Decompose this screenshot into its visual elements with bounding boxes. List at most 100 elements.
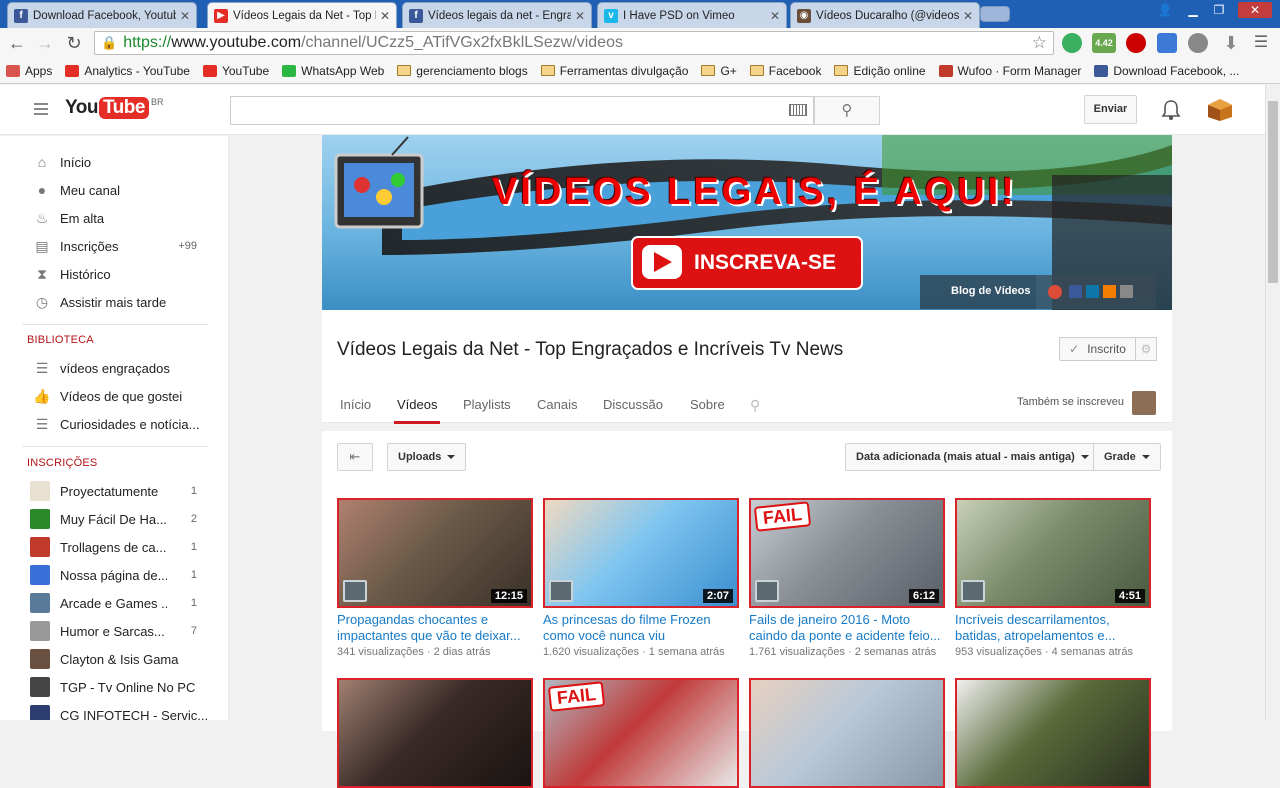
download-arrow-icon[interactable]: ⬇ <box>1220 32 1242 54</box>
sort-dropdown[interactable]: Data adicionada (mais atual - mais antig… <box>845 443 1100 471</box>
video-thumbnail[interactable] <box>337 678 533 788</box>
bookmark-item[interactable]: WhatsApp Web <box>282 64 384 78</box>
back-arrow-button[interactable]: ⇤ <box>337 443 373 471</box>
video-card[interactable] <box>955 678 1151 788</box>
page-scrollbar[interactable] <box>1265 85 1280 720</box>
uploads-dropdown[interactable]: Uploads <box>387 443 467 471</box>
browser-tab[interactable]: f Vídeos legais da net - Engra ✕ <box>402 2 592 28</box>
video-title[interactable]: Propagandas chocantes e impactantes que … <box>337 612 533 644</box>
tab-channel-1[interactable]: Vídeos <box>393 397 442 424</box>
notifications-bell-icon[interactable] <box>1161 99 1181 121</box>
video-card[interactable]: 2:07 As princesas do filme Frozen como vo… <box>543 498 739 658</box>
sidebar-item-hourglass[interactable]: ⧗ Histórico <box>0 260 228 288</box>
video-title[interactable]: As princesas do filme Frozen como você n… <box>543 612 739 644</box>
new-tab-button[interactable] <box>980 6 1010 22</box>
sidebar-subscription-item[interactable]: Clayton & Isis Gama <box>0 645 228 673</box>
tab-channel-4[interactable]: Discussão <box>603 397 663 412</box>
sidebar-subscription-item[interactable]: Humor e Sarcas... 7 <box>0 617 228 645</box>
sidebar-subscription-item[interactable]: Muy Fácil De Ha... 2 <box>0 505 228 533</box>
scrollbar-thumb[interactable] <box>1268 101 1278 283</box>
sidebar-item-clock[interactable]: ◷ Assistir mais tarde <box>0 288 228 316</box>
bookmark-item[interactable]: G+ <box>701 64 737 78</box>
video-thumbnail[interactable] <box>749 678 945 788</box>
video-title[interactable]: Fails de janeiro 2016 - Moto caindo da p… <box>749 612 945 644</box>
sidebar-library-item[interactable]: 👍 Vídeos de que gostei <box>0 382 228 410</box>
extension-red-icon[interactable] <box>1126 33 1146 53</box>
tab-channel-3[interactable]: Canais <box>537 397 577 412</box>
bookmark-item[interactable]: YouTube <box>202 64 269 78</box>
sidebar-subscription-item[interactable]: Proyectatumente 1 <box>0 477 228 505</box>
sidebar-subscription-item[interactable]: Arcade e Games ... 1 <box>0 589 228 617</box>
subscription-settings-gear-icon[interactable]: ⚙ <box>1136 337 1157 361</box>
video-thumbnail[interactable]: FAIL 6:12 <box>749 498 945 608</box>
sidebar-library-item[interactable]: ☰ vídeos engraçados <box>0 354 228 382</box>
bookmark-item[interactable]: Edição online <box>834 64 926 78</box>
video-card[interactable] <box>337 678 533 788</box>
back-arrow-icon[interactable]: ← <box>6 32 28 54</box>
sidebar-subscription-item[interactable]: TGP - Tv Online No PC <box>0 673 228 701</box>
forward-arrow-icon[interactable]: → <box>34 32 56 54</box>
close-tab-icon[interactable]: ✕ <box>180 9 190 23</box>
extension-film-icon[interactable] <box>1188 33 1208 53</box>
bookmark-item[interactable]: Apps <box>6 64 52 78</box>
account-avatar[interactable] <box>1207 98 1233 122</box>
sidebar-subscription-item[interactable]: Trollagens de ca... 1 <box>0 533 228 561</box>
subscribed-button[interactable]: ✓ Inscrito <box>1059 337 1136 361</box>
bookmark-item[interactable]: Ferramentas divulgação <box>540 64 688 78</box>
close-tab-icon[interactable]: ✕ <box>575 9 585 23</box>
address-bar[interactable]: 🔒 https://www.youtube.com/channel/UCzz5_… <box>94 31 1054 55</box>
search-input[interactable] <box>230 96 814 125</box>
bookmark-item[interactable]: Wufoo · Form Manager <box>938 64 1081 78</box>
video-title[interactable]: Incríveis descarrilamentos, batidas, atr… <box>955 612 1151 644</box>
sidebar-library-item[interactable]: ☰ Curiosidades e notícia... <box>0 410 228 438</box>
reload-icon[interactable]: ↻ <box>63 32 85 54</box>
video-thumbnail[interactable]: 12:15 <box>337 498 533 608</box>
extension-badge[interactable]: 4.42 <box>1092 33 1116 53</box>
video-thumbnail[interactable]: 2:07 <box>543 498 739 608</box>
bookmark-item[interactable]: Download Facebook, ... <box>1094 64 1239 78</box>
bookmark-item[interactable]: gerenciamento blogs <box>397 64 528 78</box>
search-button[interactable]: ⚲ <box>814 96 880 125</box>
sidebar-item-subscriptions[interactable]: ▤ Inscrições +99 <box>0 232 228 260</box>
video-thumbnail[interactable]: 4:51 <box>955 498 1151 608</box>
browser-tab[interactable]: f Download Facebook, Youtub ✕ <box>7 2 197 28</box>
youtube-logo[interactable]: You Tube BR <box>65 97 163 119</box>
video-card[interactable]: FAIL <box>543 678 739 788</box>
bookmark-item[interactable]: Facebook <box>749 64 821 78</box>
browser-tab[interactable]: ◉ Vídeos Ducaralho (@videosd ✕ <box>790 2 980 28</box>
browser-tab[interactable]: ▶ Vídeos Legais da Net - Top E ✕ <box>207 2 397 28</box>
video-card[interactable]: FAIL 6:12 Fails de janeiro 2016 - Moto cai… <box>749 498 945 658</box>
close-window-icon[interactable]: ✕ <box>1238 2 1272 18</box>
close-tab-icon[interactable]: ✕ <box>770 9 780 23</box>
sidebar-item-user[interactable]: ● Meu canal <box>0 176 228 204</box>
channel-search-icon[interactable]: ⚲ <box>750 397 760 414</box>
profile-icon[interactable]: 👤 <box>1156 2 1174 18</box>
keyboard-icon[interactable] <box>789 104 807 116</box>
video-card[interactable]: 4:51 Incríveis descarrilamentos, batidas,… <box>955 498 1151 658</box>
banner-link-blog[interactable]: Blog de Vídeos <box>951 285 1030 297</box>
sidebar-subscription-item[interactable]: Nossa página de... 1 <box>0 561 228 589</box>
sidebar-subscription-item[interactable]: CG INFOTECH - Servic... <box>0 701 228 720</box>
video-card[interactable] <box>749 678 945 788</box>
video-thumbnail[interactable]: FAIL <box>543 678 739 788</box>
tab-channel-5[interactable]: Sobre <box>690 397 725 412</box>
guide-menu-icon[interactable] <box>34 103 48 118</box>
also-subscribed-avatar[interactable] <box>1132 391 1156 415</box>
sidebar-item-flame[interactable]: ♨ Em alta <box>0 204 228 232</box>
bookmark-star-icon[interactable]: ☆ <box>1032 33 1047 53</box>
upload-button[interactable]: Enviar <box>1084 95 1137 124</box>
sidebar-item-home[interactable]: ⌂ Início <box>0 148 228 176</box>
video-card[interactable]: 12:15 Propagandas chocantes e impactantes… <box>337 498 533 658</box>
close-tab-icon[interactable]: ✕ <box>380 9 390 23</box>
tab-channel-0[interactable]: Início <box>340 397 371 412</box>
tab-channel-2[interactable]: Playlists <box>463 397 511 412</box>
restore-icon[interactable]: ❐ <box>1210 2 1228 18</box>
close-tab-icon[interactable]: ✕ <box>963 9 973 23</box>
minimize-icon[interactable]: ▁ <box>1184 2 1202 18</box>
extension-download-icon[interactable] <box>1157 33 1177 53</box>
browser-tab[interactable]: v I Have PSD on Vimeo ✕ <box>597 2 787 28</box>
bookmark-item[interactable]: Analytics - YouTube <box>65 64 190 78</box>
menu-icon[interactable]: ☰ <box>1250 32 1272 54</box>
video-thumbnail[interactable] <box>955 678 1151 788</box>
view-dropdown[interactable]: Grade <box>1093 443 1161 471</box>
